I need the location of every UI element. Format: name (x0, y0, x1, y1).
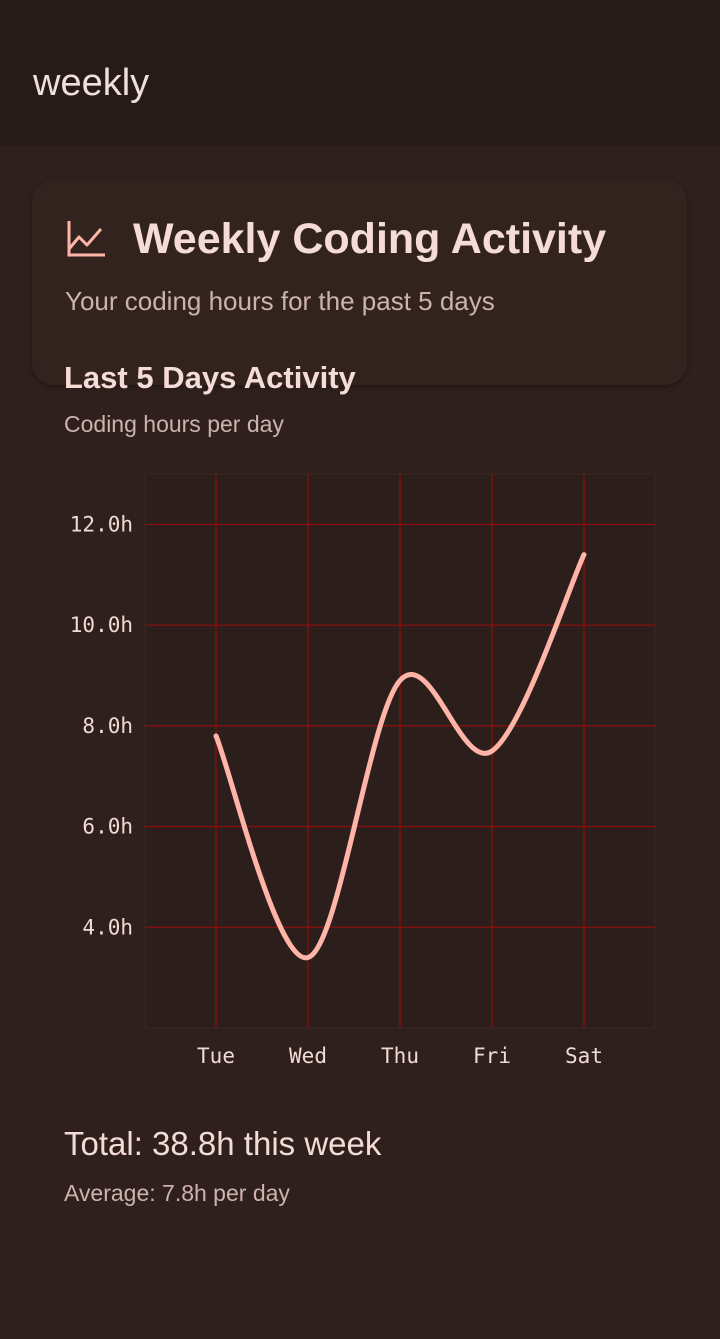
x-tick-label: Fri (473, 1044, 511, 1068)
y-tick-label: 10.0h (70, 613, 133, 637)
line-chart: 4.0h 6.0h 8.0h 10.0h 12.0h Tue Wed Thu Fri Sat (70, 473, 656, 1068)
x-tick-label: Thu (381, 1044, 419, 1068)
average-hours: Average: 7.8h per day (64, 1180, 290, 1206)
total-hours: Total: 38.8h this week (64, 1125, 382, 1162)
y-tick-label: 6.0h (82, 815, 133, 839)
chart-section-title: Last 5 Days Activity (64, 360, 356, 395)
card-header: Weekly Coding Activity (65, 215, 606, 264)
x-tick-label: Sat (565, 1044, 603, 1068)
y-tick-label: 12.0h (70, 512, 133, 536)
y-tick-label: 8.0h (82, 714, 133, 738)
app-bar: weekly (0, 0, 720, 146)
x-tick-label: Tue (197, 1044, 235, 1068)
card-subtitle: Your coding hours for the past 5 days (65, 286, 495, 316)
y-tick-label: 4.0h (82, 915, 133, 939)
summary-card: Weekly Coding Activity Your coding hours… (32, 180, 687, 385)
card-title: Weekly Coding Activity (133, 215, 607, 263)
x-tick-label: Wed (289, 1044, 327, 1068)
line-chart-icon (67, 220, 105, 256)
app-title: weekly (33, 62, 150, 104)
chart-section-subtitle: Coding hours per day (64, 411, 284, 437)
